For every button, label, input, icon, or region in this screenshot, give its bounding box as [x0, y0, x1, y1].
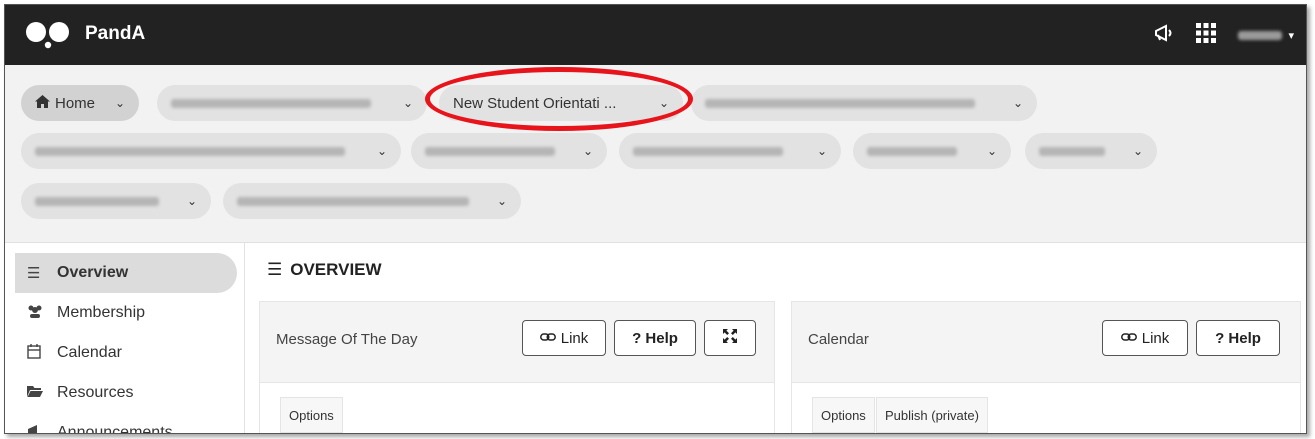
page-title-text: OVERVIEW [290, 260, 382, 279]
help-button-label: ? Help [1215, 329, 1261, 347]
expand-icon [723, 329, 737, 347]
site-tab-blurred-4[interactable]: ⌄ [411, 133, 607, 169]
panel-body: Options [260, 382, 774, 433]
highlight-annotation [425, 67, 693, 131]
calendar-panel: Calendar Link ? Help Options Publish (pr… [791, 301, 1301, 433]
chevron-down-icon[interactable]: ⌄ [807, 144, 827, 158]
site-tab-label-redacted [171, 98, 371, 108]
chevron-down-icon[interactable]: ⌄ [105, 96, 125, 110]
site-tab-label-redacted [705, 98, 975, 108]
chevron-down-icon: ▾ [1288, 29, 1294, 42]
chevron-down-icon[interactable]: ⌄ [177, 194, 197, 208]
link-button[interactable]: Link [522, 320, 606, 356]
site-tab-label-redacted [867, 146, 957, 156]
site-tab-home-label: Home [55, 94, 96, 112]
help-button-label: ? Help [632, 329, 678, 347]
sidebar-item-membership[interactable]: Membership [15, 293, 237, 333]
site-tab-label-redacted [35, 146, 345, 156]
app-name[interactable]: PandA [85, 23, 145, 45]
app-window: PandA ▾ Home ⌄ ⌄ New Student Orientati .… [4, 4, 1307, 434]
sidebar-item-resources[interactable]: Resources [15, 373, 237, 413]
site-tab-blurred-8[interactable]: ⌄ [21, 183, 211, 219]
site-tab-label-redacted [633, 146, 783, 156]
sidebar-item-label: Membership [57, 304, 146, 321]
site-tab-label-redacted [35, 196, 159, 206]
users-icon [27, 304, 57, 322]
site-tab-blurred-5[interactable]: ⌄ [619, 133, 841, 169]
site-tab-label-redacted [237, 196, 469, 206]
options-tab[interactable]: Options [280, 397, 343, 433]
megaphone-icon [27, 424, 57, 433]
chevron-down-icon[interactable]: ⌄ [487, 194, 507, 208]
sidebar-item-label: Calendar [57, 344, 122, 361]
message-of-the-day-panel: Message Of The Day Link ? Help Options [259, 301, 775, 433]
site-tab-home[interactable]: Home ⌄ [21, 85, 139, 121]
link-button-label: Link [560, 329, 589, 347]
sidebar-item-label: Resources [57, 384, 134, 401]
site-tab-blurred-6[interactable]: ⌄ [853, 133, 1011, 169]
maximize-button[interactable] [704, 320, 756, 356]
publish-private-tab[interactable]: Publish (private) [876, 397, 988, 433]
megaphone-icon[interactable] [1154, 24, 1174, 46]
site-tab-label-redacted [1039, 146, 1105, 156]
sidebar-item-label: Overview [57, 264, 129, 281]
link-button-label: Link [1141, 329, 1170, 347]
sidebar-item-overview[interactable]: ☰ Overview [15, 253, 237, 293]
site-tab-blurred-2[interactable]: ⌄ [691, 85, 1037, 121]
chevron-down-icon[interactable]: ⌄ [1003, 96, 1023, 110]
chevron-down-icon[interactable]: ⌄ [1123, 144, 1143, 158]
page-title: ☰ OVERVIEW [267, 260, 382, 280]
user-name-redacted [1238, 30, 1283, 40]
sidebar-item-label: Announcements [57, 424, 173, 434]
chevron-down-icon[interactable]: ⌄ [367, 144, 387, 158]
calendar-icon [27, 343, 57, 363]
help-button[interactable]: ? Help [614, 320, 696, 356]
site-tab-blurred-7[interactable]: ⌄ [1025, 133, 1157, 169]
top-navbar: PandA ▾ [5, 5, 1306, 65]
link-icon [539, 330, 556, 347]
list-icon: ☰ [27, 265, 41, 282]
chevron-down-icon[interactable]: ⌄ [573, 144, 593, 158]
panda-logo-icon[interactable] [25, 21, 71, 49]
home-icon [35, 94, 50, 112]
site-tab-label-redacted [425, 146, 555, 156]
help-button[interactable]: ? Help [1196, 320, 1280, 356]
site-tab-blurred-1[interactable]: ⌄ [157, 85, 427, 121]
link-icon [1120, 330, 1137, 347]
site-tab-blurred-9[interactable]: ⌄ [223, 183, 521, 219]
tool-sidebar: ☰ Overview Membership Calendar Resources [5, 243, 245, 434]
panel-title: Calendar [808, 331, 869, 348]
folder-icon [27, 385, 57, 402]
sidebar-item-announcements[interactable]: Announcements [15, 413, 237, 434]
sidebar-item-calendar[interactable]: Calendar [15, 333, 237, 373]
grid-icon[interactable] [1196, 23, 1217, 47]
list-icon: ☰ [267, 260, 283, 279]
user-menu[interactable]: ▾ [1238, 29, 1294, 42]
panel-body: Options Publish (private) [792, 382, 1300, 433]
chevron-down-icon[interactable]: ⌄ [393, 96, 413, 110]
panel-title: Message Of The Day [276, 331, 418, 348]
chevron-down-icon[interactable]: ⌄ [977, 144, 997, 158]
link-button[interactable]: Link [1102, 320, 1188, 356]
site-tab-blurred-3[interactable]: ⌄ [21, 133, 401, 169]
options-tab[interactable]: Options [812, 397, 875, 433]
